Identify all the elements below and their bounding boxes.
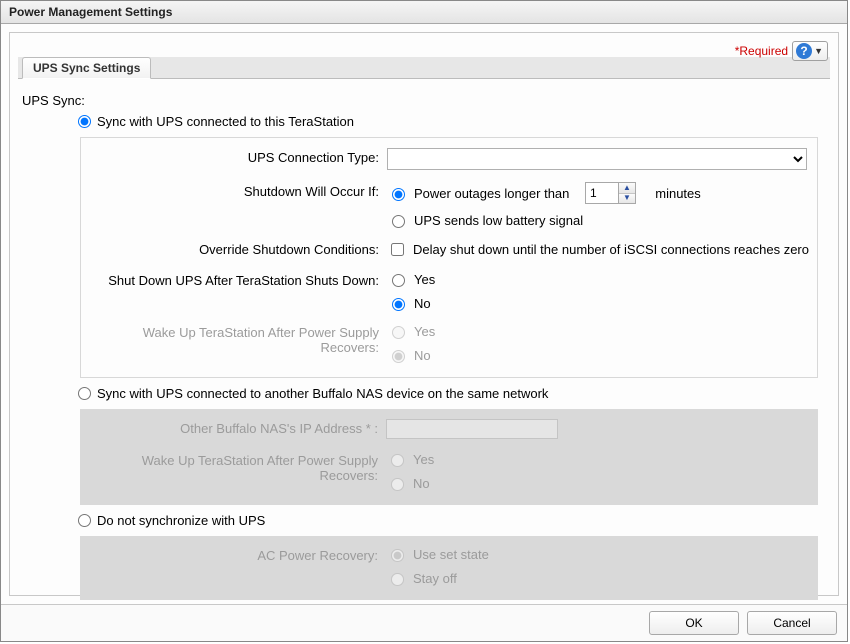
radio-no-sync[interactable]: Do not synchronize with UPS — [78, 513, 826, 528]
radio-stay-off — [391, 573, 404, 586]
radio-low-battery-row: UPS sends low battery signal — [387, 212, 809, 228]
row-shutdown-occur: Shutdown Will Occur If: Power outages lo… — [89, 182, 809, 228]
ups-sync-panel: UPS Sync: Sync with UPS connected to thi… — [18, 79, 830, 604]
label-other-ip: Other Buffalo NAS's IP Address * : — [88, 419, 386, 436]
radio-low-battery-label: UPS sends low battery signal — [414, 213, 583, 228]
dialog-body: *Required ? ▼ UPS Sync Settings UPS Sync… — [1, 24, 847, 604]
help-button[interactable]: ? ▼ — [792, 41, 828, 61]
radio-sync-other-nas[interactable]: Sync with UPS connected to another Buffa… — [78, 386, 826, 401]
no-sync-group: AC Power Recovery: Use set state Stay of… — [80, 536, 818, 600]
radio-wake2-no-label: No — [413, 476, 430, 491]
label-wake-after-recover-1: Wake Up TeraStation After Power Supply R… — [89, 323, 387, 355]
input-other-ip — [386, 419, 558, 439]
radio-power-outage-row: Power outages longer than ▲ ▼ — [387, 182, 809, 204]
radio-sync-other-input[interactable] — [78, 387, 91, 400]
help-icon: ? — [796, 43, 812, 59]
dropdown-arrow-icon: ▼ — [814, 46, 823, 56]
row-ac-recovery: AC Power Recovery: Use set state Stay of… — [88, 546, 810, 586]
section-heading: UPS Sync: — [22, 93, 826, 108]
tab-ups-sync-settings[interactable]: UPS Sync Settings — [22, 57, 151, 79]
radio-stay-off-row: Stay off — [386, 570, 810, 586]
checkbox-delay-shutdown[interactable] — [391, 243, 404, 256]
radio-sd-ups-yes[interactable] — [392, 274, 405, 287]
radio-wake2-yes-label: Yes — [413, 452, 434, 467]
select-connection-type[interactable] — [387, 148, 807, 170]
spinner-up[interactable]: ▲ — [619, 183, 635, 193]
radio-sd-ups-yes-row: Yes — [387, 271, 809, 287]
radio-wake1-yes — [392, 326, 405, 339]
label-shutdown-occur: Shutdown Will Occur If: — [89, 182, 387, 199]
row-other-ip: Other Buffalo NAS's IP Address * : — [88, 419, 810, 439]
radio-wake2-no-row: No — [386, 475, 810, 491]
radio-wake1-no-label: No — [414, 348, 431, 363]
required-indicator: *Required ? ▼ — [735, 41, 828, 61]
radio-wake1-yes-label: Yes — [414, 324, 435, 339]
radio-wake2-no — [391, 478, 404, 491]
minutes-spinner: ▲ ▼ — [585, 182, 636, 204]
radio-use-set-state-row: Use set state — [386, 546, 810, 562]
radio-use-set-state-label: Use set state — [413, 547, 489, 562]
minutes-label: minutes — [655, 186, 701, 201]
checkbox-delay-label: Delay shut down until the number of iSCS… — [413, 242, 809, 257]
row-shutdown-ups-after: Shut Down UPS After TeraStation Shuts Do… — [89, 271, 809, 311]
label-shutdown-ups-after: Shut Down UPS After TeraStation Shuts Do… — [89, 271, 387, 288]
radio-wake2-yes-row: Yes — [386, 451, 810, 467]
label-override: Override Shutdown Conditions: — [89, 240, 387, 257]
radio-sync-this-input[interactable] — [78, 115, 91, 128]
radio-low-battery[interactable] — [392, 215, 405, 228]
cancel-button[interactable]: Cancel — [747, 611, 837, 635]
required-text: *Required — [735, 44, 788, 58]
label-wake-after-recover-2: Wake Up TeraStation After Power Supply R… — [88, 451, 386, 483]
radio-sd-ups-no-row: No — [387, 295, 809, 311]
radio-wake1-no-row: No — [387, 347, 809, 363]
radio-power-outage[interactable] — [392, 188, 405, 201]
power-management-dialog: Power Management Settings *Required ? ▼ … — [0, 0, 848, 642]
spinner-down[interactable]: ▼ — [619, 193, 635, 204]
dialog-footer: OK Cancel — [1, 604, 847, 641]
minutes-input[interactable] — [586, 183, 618, 203]
radio-wake2-yes — [391, 454, 404, 467]
radio-sync-this-terastation[interactable]: Sync with UPS connected to this TeraStat… — [78, 114, 826, 129]
radio-stay-off-label: Stay off — [413, 571, 457, 586]
radio-sd-ups-no-label: No — [414, 296, 431, 311]
dialog-titlebar: Power Management Settings — [1, 1, 847, 24]
row-wake-after-recover-1: Wake Up TeraStation After Power Supply R… — [89, 323, 809, 363]
row-override: Override Shutdown Conditions: Delay shut… — [89, 240, 809, 259]
label-connection-type: UPS Connection Type: — [89, 148, 387, 165]
tab-label: UPS Sync Settings — [33, 61, 140, 75]
body-inner: *Required ? ▼ UPS Sync Settings UPS Sync… — [9, 32, 839, 596]
sync-other-group: Other Buffalo NAS's IP Address * : Wake … — [80, 409, 818, 505]
dialog-title: Power Management Settings — [9, 5, 172, 19]
radio-power-outage-label: Power outages longer than — [414, 186, 569, 201]
radio-wake1-yes-row: Yes — [387, 323, 809, 339]
row-wake-after-recover-2: Wake Up TeraStation After Power Supply R… — [88, 451, 810, 491]
radio-sd-ups-yes-label: Yes — [414, 272, 435, 287]
radio-no-sync-input[interactable] — [78, 514, 91, 527]
radio-sd-ups-no[interactable] — [392, 298, 405, 311]
row-connection-type: UPS Connection Type: — [89, 148, 809, 170]
tab-strip: UPS Sync Settings — [18, 57, 830, 79]
radio-wake1-no — [392, 350, 405, 363]
ok-button[interactable]: OK — [649, 611, 739, 635]
radio-use-set-state — [391, 549, 404, 562]
radio-sync-this-label: Sync with UPS connected to this TeraStat… — [97, 114, 354, 129]
radio-no-sync-label: Do not synchronize with UPS — [97, 513, 265, 528]
label-ac-recovery: AC Power Recovery: — [88, 546, 386, 563]
radio-sync-other-label: Sync with UPS connected to another Buffa… — [97, 386, 548, 401]
sync-this-group: UPS Connection Type: Shutdown Will Occur… — [80, 137, 818, 378]
override-checkline: Delay shut down until the number of iSCS… — [387, 240, 809, 259]
